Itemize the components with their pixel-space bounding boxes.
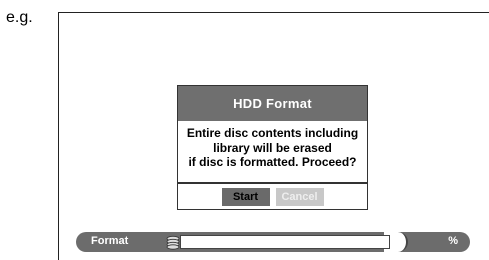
progress-track [180, 235, 390, 249]
disc-stack-icon [165, 234, 181, 250]
dialog-message: Entire disc contents including library w… [178, 121, 367, 179]
format-progress-bar: Format % [76, 232, 470, 252]
cancel-button[interactable]: Cancel [275, 188, 324, 206]
dialog-message-line: if disc is formatted. Proceed? [188, 155, 357, 169]
dialog-message-line: Entire disc contents including [186, 126, 359, 140]
hdd-format-dialog: HDD Format Entire disc contents includin… [177, 85, 368, 210]
dialog-message-line: library will be erased [213, 140, 332, 155]
progress-percent: % [448, 235, 458, 247]
example-caption: e.g. [6, 9, 33, 26]
dialog-title: HDD Format [178, 86, 367, 121]
progress-label: Format [91, 235, 129, 247]
dialog-divider [178, 182, 367, 184]
dialog-button-row: Start Cancel [178, 188, 367, 206]
start-button[interactable]: Start [221, 188, 270, 206]
